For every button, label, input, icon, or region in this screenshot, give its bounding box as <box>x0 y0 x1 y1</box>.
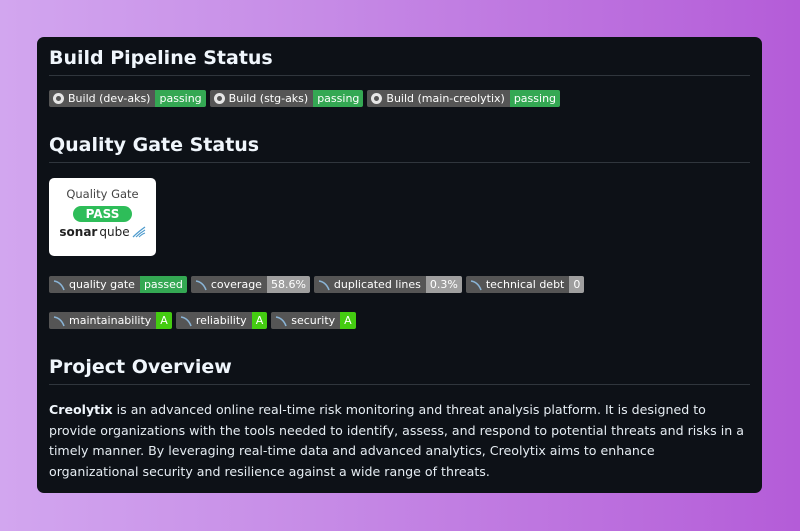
sonarqube-icon <box>53 315 65 326</box>
project-overview-heading: Project Overview <box>49 356 750 385</box>
quality-gate-title: Quality Gate <box>66 187 139 201</box>
badge-security[interactable]: security A <box>271 312 356 329</box>
badge-status: passing <box>313 90 364 107</box>
badge-label: Build (main-creolytix) <box>386 92 505 105</box>
badge-reliability[interactable]: reliability A <box>175 312 268 329</box>
project-description: is an advanced online real-time risk mon… <box>49 402 744 479</box>
sonar-metrics-row-2: maintainability A reliability A security… <box>49 312 356 329</box>
quality-gate-heading: Quality Gate Status <box>49 134 750 163</box>
readme-card: Build Pipeline Status Build (dev-aks) pa… <box>37 37 762 493</box>
build-pipeline-heading: Build Pipeline Status <box>49 47 750 76</box>
badge-status: passing <box>509 90 561 107</box>
github-icon <box>371 93 383 104</box>
sonarqube-icon <box>318 279 330 290</box>
badge-quality-gate[interactable]: quality gate passed <box>49 276 187 293</box>
badge-label: Build (dev-aks) <box>68 92 151 105</box>
badge-coverage[interactable]: coverage 58.6% <box>190 276 310 293</box>
sonarqube-icon <box>470 279 482 290</box>
badge-label: Build (stg-aks) <box>228 92 309 105</box>
github-icon <box>53 93 64 104</box>
sonarqube-icon <box>53 279 65 290</box>
github-icon <box>213 93 225 104</box>
project-overview-text: Creolytix is an advanced online real-tim… <box>49 400 748 482</box>
quality-gate-pass: PASS <box>72 206 133 222</box>
sonar-metrics-row-1: quality gate passed coverage 58.6% dupli… <box>49 276 585 293</box>
sonarqube-icon <box>180 315 192 326</box>
badge-build-main-creolytix[interactable]: Build (main-creolytix) passing <box>367 90 561 107</box>
sonarqube-icon <box>276 315 287 326</box>
badge-maintainability[interactable]: maintainability A <box>49 312 172 329</box>
badge-build-dev-aks[interactable]: Build (dev-aks) passing <box>49 90 206 107</box>
build-badges: Build (dev-aks) passing Build (stg-aks) … <box>49 90 561 107</box>
badge-technical-debt[interactable]: technical debt 0 <box>465 276 585 293</box>
badge-status: passing <box>155 90 206 107</box>
badge-duplicated-lines[interactable]: duplicated lines 0.3% <box>313 276 462 293</box>
badge-build-stg-aks[interactable]: Build (stg-aks) passing <box>209 90 364 107</box>
sonarqube-waves-icon <box>132 226 145 238</box>
project-name: Creolytix <box>49 402 113 417</box>
sonarqube-icon <box>195 279 207 290</box>
quality-gate-badge[interactable]: Quality Gate PASS sonar qube <box>49 178 156 256</box>
sonarqube-logo: sonar qube <box>49 225 156 239</box>
